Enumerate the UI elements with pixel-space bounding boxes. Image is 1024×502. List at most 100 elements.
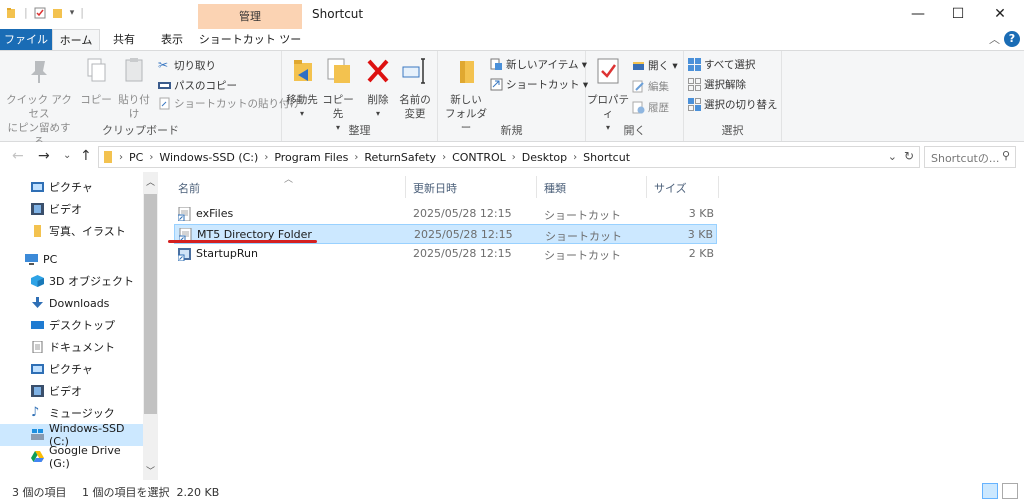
tab-home[interactable]: ホーム [52,29,100,50]
app-shortcut-icon [178,248,191,261]
column-divider[interactable] [536,176,537,198]
window-title: Shortcut [312,7,364,21]
nav-item-desktop[interactable]: デスクトップ [0,314,143,336]
copy-path-button[interactable]: パスのコピー [158,78,237,93]
tab-view[interactable]: 表示 [148,29,196,50]
edit-icon [632,80,644,93]
maximize-icon[interactable]: ☐ [938,3,978,25]
back-arrow-icon[interactable]: ← [12,148,24,164]
ribbon-tabs: ファイル ホーム 共有 表示 ショートカット ツール ︿ ? [0,29,1024,67]
navpane-scrollbar[interactable]: ︿ ﹀ [143,172,158,480]
column-header-name[interactable]: 名前 [178,180,200,196]
breadcrumb-separator-icon: › [511,151,516,163]
group-label-new: 新規 [500,124,523,137]
tab-shortcut-tools[interactable]: ショートカット ツール [198,29,302,67]
select-none-button[interactable]: 選択解除 [688,77,746,92]
column-divider[interactable] [405,176,406,198]
breadcrumb-program-files[interactable]: Program Files [274,151,348,164]
refresh-icon[interactable]: ↻ [904,149,914,163]
invert-selection-button[interactable]: 選択の切り替え [688,97,778,112]
nav-item-3d-objects[interactable]: 3D オブジェクト [0,270,143,292]
paste-button[interactable]: 貼り付け [114,55,154,121]
search-input[interactable]: Shortcutの... ⚲ [924,146,1016,168]
chevron-down-icon[interactable]: ⌄ [888,150,897,163]
tab-share[interactable]: 共有 [102,29,146,50]
column-divider[interactable] [718,176,719,198]
edit-button[interactable]: 編集 [632,79,669,94]
breadcrumb-drive[interactable]: Windows-SSD (C:) [159,151,258,164]
breadcrumb-pc[interactable]: PC [129,151,143,164]
nav-item-windows-ssd[interactable]: Windows-SSD (C:) [0,422,143,448]
nav-item-google-drive[interactable]: Google Drive (G:) [0,444,143,470]
large-icons-view-icon[interactable] [1002,483,1018,499]
breadcrumb-control[interactable]: CONTROL [452,151,506,164]
forward-arrow-icon[interactable]: → [38,148,50,164]
minimize-icon[interactable]: — [898,3,938,25]
select-all-button[interactable]: すべて選択 [688,57,755,72]
context-tab-group-manage: 管理 [198,4,302,29]
easy-access-button[interactable]: ショートカット ▾ [490,77,588,92]
open-icon [633,62,644,70]
scrollbar-thumb[interactable] [144,194,157,414]
videos-icon [31,385,44,397]
help-icon[interactable]: ? [1004,31,1020,47]
nav-item-pc[interactable]: PC [0,248,143,270]
nav-item-pictures-2[interactable]: ピクチャ [0,358,143,380]
column-header-size[interactable]: サイズ [654,180,687,196]
address-bar[interactable]: › PC › Windows-SSD (C:) › Program Files … [98,146,920,168]
file-name: StartupRun [196,247,258,260]
quick-access-toolbar: | ▾ | [6,6,84,19]
new-folder-icon[interactable] [52,7,64,19]
nav-item-music[interactable]: ♪ ミュージック [0,402,143,424]
paste-shortcut-icon [159,97,170,110]
breadcrumb-desktop[interactable]: Desktop [522,151,567,164]
scroll-up-icon[interactable]: ︿ [143,175,158,188]
separator: | [80,6,84,19]
chevron-up-icon[interactable]: ︿ [989,31,1000,47]
column-header-type[interactable]: 種類 [544,180,566,196]
details-view-icon[interactable] [982,483,998,499]
navigation-pane: ピクチャ ビデオ 写真、イラスト PC 3D オブジェクト Downloads … [0,172,158,480]
file-type: ショートカット [545,230,622,243]
nav-item-videos-2[interactable]: ビデオ [0,380,143,402]
nav-item-documents[interactable]: ドキュメント [0,336,143,358]
pin-icon [31,61,47,83]
status-selection: 1 個の項目を選択 2.20 KB [82,486,220,499]
table-row[interactable]: StartupRun 2025/05/28 12:15 ショートカット 2 KB [174,244,717,264]
scroll-down-icon[interactable]: ﹀ [143,464,158,477]
up-arrow-icon[interactable]: ↑ [80,148,92,164]
move-to-icon [294,60,312,81]
file-size: 2 KB [688,247,714,260]
tab-file[interactable]: ファイル [0,29,52,50]
nav-item-videos[interactable]: ビデオ [0,198,143,220]
move-to-button[interactable]: 移動先 ▾ [284,55,320,121]
customize-qat-icon[interactable]: ▾ [70,8,75,18]
paste-icon [125,58,143,82]
history-button[interactable]: 履歴 [632,100,669,115]
open-button[interactable]: 開く ▾ [632,58,678,73]
google-drive-icon [31,451,44,462]
status-bar: 3 個の項目 1 個の項目を選択 2.20 KB [0,480,1024,502]
breadcrumb-returnsafety[interactable]: ReturnSafety [364,151,436,164]
pictures-icon [31,182,44,192]
column-divider[interactable] [646,176,647,198]
close-icon[interactable]: ✕ [980,3,1020,25]
breadcrumb-separator-icon: › [119,151,123,163]
copy-button[interactable]: コピー [80,55,112,107]
nav-item-downloads[interactable]: Downloads [0,292,143,314]
column-header-modified[interactable]: 更新日時 [413,180,457,196]
nav-item-pictures[interactable]: ピクチャ [0,176,143,198]
table-row[interactable]: exFiles 2025/05/28 12:15 ショートカット 3 KB [174,204,717,224]
new-item-button[interactable]: 新しいアイテム ▾ [490,57,587,72]
file-modified: 2025/05/28 12:15 [413,247,512,260]
group-label-clipboard: クリップボード [102,124,179,137]
properties-icon[interactable] [34,7,46,19]
recent-locations-icon[interactable]: ⌄ [63,150,71,161]
delete-button[interactable]: 削除 ▾ [364,55,392,121]
breadcrumb-shortcut[interactable]: Shortcut [583,151,630,164]
rename-button[interactable]: 名前の 変更 [396,55,434,121]
paste-shortcut-button[interactable]: ショートカットの貼り付け [158,96,300,111]
cut-button[interactable]: ✂ 切り取り [158,58,216,73]
group-organize: 移動先 ▾ コピー先 ▾ 削除 ▾ 名前の 変更 整理 [282,51,438,141]
nav-item-photos-illustrations[interactable]: 写真、イラスト [0,220,143,242]
